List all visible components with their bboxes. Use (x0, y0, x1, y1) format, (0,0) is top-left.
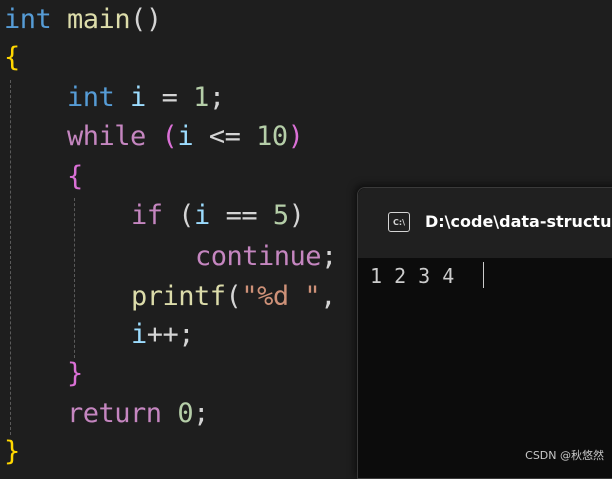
variable: i (194, 200, 210, 231)
terminal-output: 1 2 3 4 (370, 264, 455, 288)
paren: ( (178, 200, 195, 231)
punctuation: ; (178, 319, 195, 350)
paren: ( (225, 281, 242, 312)
operator: = (161, 82, 178, 113)
terminal-icon: C:\ (388, 212, 410, 232)
code-line-10: } (67, 354, 83, 394)
paren: ) (288, 200, 305, 231)
brace: { (67, 161, 83, 192)
code-line-4: while (i <= 10) (67, 117, 304, 157)
code-line-2: { (4, 38, 20, 78)
punctuation: () (130, 4, 162, 35)
watermark: CSDN @秋悠然 (525, 449, 604, 462)
keyword: int (67, 82, 115, 113)
keyword: int (4, 4, 52, 35)
brace: { (4, 42, 20, 73)
indent-guide (74, 198, 75, 358)
number: 10 (256, 121, 288, 152)
code-line-7: continue; (195, 237, 337, 277)
operator: == (225, 200, 258, 231)
keyword: if (131, 200, 163, 231)
code-line-12: } (4, 432, 20, 472)
terminal-tab[interactable]: C:\ D:\code\data-structure (358, 188, 612, 258)
keyword: while (67, 121, 146, 152)
code-line-11: return 0; (67, 394, 209, 434)
indent-guide (10, 80, 11, 435)
paren: ) (287, 121, 304, 152)
terminal-window[interactable]: C:\ D:\code\data-structure 1 2 3 4 (357, 187, 612, 479)
number: 1 (193, 82, 209, 113)
punctuation: ; (321, 241, 337, 272)
function-name: printf (131, 281, 226, 312)
code-line-9: i++; (131, 315, 195, 355)
text-cursor (483, 262, 484, 288)
number: 5 (272, 200, 289, 231)
function-name: main (67, 4, 131, 35)
code-line-8: printf("%d ", (131, 277, 336, 317)
code-line-1: int main() (4, 0, 162, 40)
variable: i (131, 319, 147, 350)
punctuation: ; (193, 398, 209, 429)
operator: ++ (146, 319, 179, 350)
code-line-5: { (67, 157, 83, 197)
variable: i (130, 82, 146, 113)
keyword: continue (195, 241, 322, 272)
paren: ( (161, 121, 178, 152)
operator: <= (208, 121, 241, 152)
punctuation: , (320, 281, 336, 312)
brace: } (4, 436, 20, 467)
code-line-3: int i = 1; (67, 78, 225, 118)
code-line-6: if (i == 5) (131, 196, 305, 236)
punctuation: ; (208, 82, 225, 113)
brace: } (67, 358, 83, 389)
keyword: return (67, 398, 162, 429)
number: 0 (177, 398, 194, 429)
variable: i (177, 121, 194, 152)
terminal-title: D:\code\data-structure (425, 212, 612, 231)
string-literal: "%d " (241, 281, 321, 312)
